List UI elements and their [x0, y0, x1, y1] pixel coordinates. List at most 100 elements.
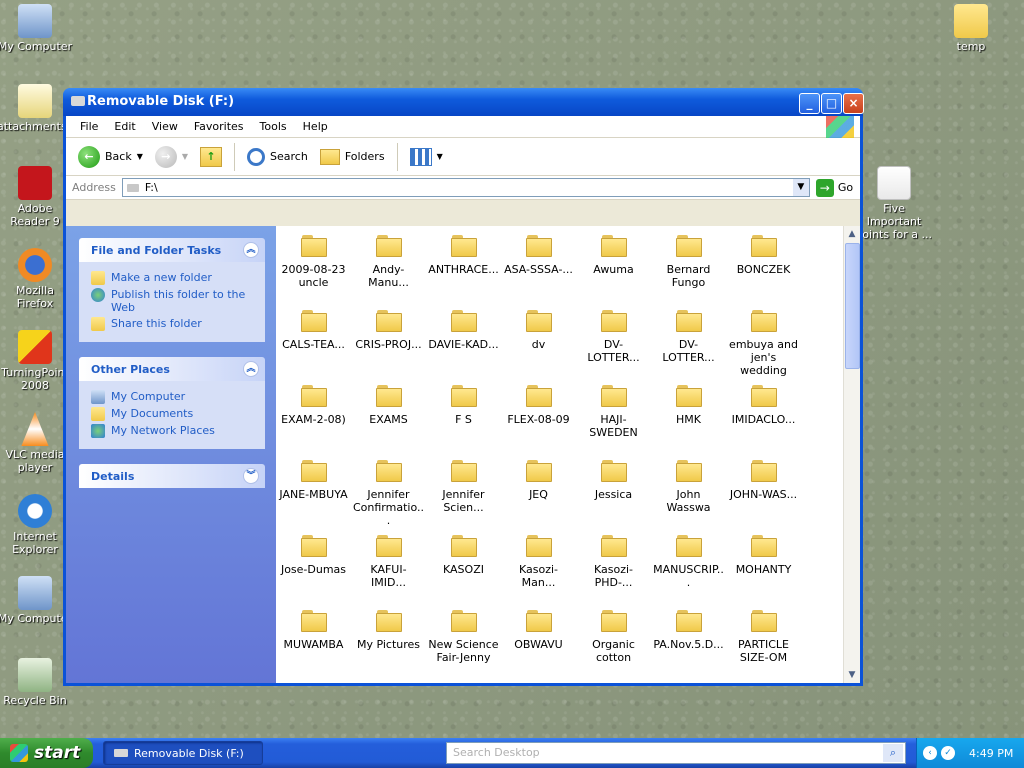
maximize-button[interactable]: □	[821, 93, 842, 114]
desktop-icon-temp[interactable]: temp	[933, 4, 1009, 53]
folder-item[interactable]: DV-LOTTER...	[651, 304, 726, 379]
folder-item[interactable]: Awuma	[576, 229, 651, 304]
scroll-up-icon[interactable]: ▲	[844, 226, 860, 242]
folder-item[interactable]: JOHN-WAS...	[726, 454, 801, 529]
scroll-down-icon[interactable]: ▼	[844, 667, 860, 683]
chevron-down-icon[interactable]: ▼	[137, 152, 143, 161]
folder-item[interactable]: Jose-Dumas	[276, 529, 351, 604]
title-bar[interactable]: Removable Disk (F:) _ □ ×	[63, 88, 864, 116]
my-documents-link[interactable]: My Documents	[91, 407, 255, 421]
views-button[interactable]: ▼	[406, 147, 447, 166]
folder-item[interactable]: Jennifer Confirmatio...	[351, 454, 426, 529]
folder-item[interactable]: MOHANTY	[726, 529, 801, 604]
folder-item[interactable]: MUWAMBA	[276, 604, 351, 679]
back-button[interactable]: ← Back ▼	[74, 145, 147, 168]
folder-item[interactable]: 2009-08-23 uncle	[276, 229, 351, 304]
desktop-icon-powerpoint[interactable]: Five Important Points for a ...	[856, 166, 932, 241]
panel-header[interactable]: File and Folder Tasks ︽	[79, 238, 265, 262]
folder-item[interactable]	[501, 679, 576, 683]
close-button[interactable]: ×	[843, 93, 864, 114]
folder-item[interactable]	[276, 679, 351, 683]
panel-header[interactable]: Details ︾	[79, 464, 265, 488]
search-desktop-input[interactable]: Search Desktop ⌕	[446, 742, 906, 764]
folder-item[interactable]: IMIDACLO...	[726, 379, 801, 454]
folder-item[interactable]	[426, 679, 501, 683]
scrollbar-thumb[interactable]	[845, 243, 860, 369]
my-network-places-link[interactable]: My Network Places	[91, 424, 255, 438]
folder-item[interactable]: ASA-SSSA-...	[501, 229, 576, 304]
folder-item[interactable]: ANTHRACE...	[426, 229, 501, 304]
folder-item[interactable]: Bernard Fungo	[651, 229, 726, 304]
vertical-scrollbar[interactable]: ▲ ▼	[843, 226, 860, 683]
chevron-down-icon[interactable]: ▼	[182, 152, 188, 161]
link-label: My Documents	[111, 407, 194, 420]
chevron-up-icon[interactable]: ︽	[243, 361, 259, 377]
folder-item[interactable]: OBWAVU	[501, 604, 576, 679]
menu-edit[interactable]: Edit	[106, 120, 143, 133]
folder-item[interactable]: John Wasswa	[651, 454, 726, 529]
my-computer-link[interactable]: My Computer	[91, 390, 255, 404]
forward-button[interactable]: → ▼	[151, 145, 192, 168]
folder-item[interactable]: dv	[501, 304, 576, 379]
make-new-folder-link[interactable]: Make a new folder	[91, 271, 255, 285]
folder-item[interactable]	[651, 679, 726, 683]
folder-item[interactable]: BONCZEK	[726, 229, 801, 304]
folder-item[interactable]	[351, 679, 426, 683]
folder-item[interactable]: CRIS-PROJ...	[351, 304, 426, 379]
share-folder-link[interactable]: Share this folder	[91, 317, 255, 331]
folder-item[interactable]	[726, 679, 801, 683]
folder-icon	[675, 460, 702, 482]
folder-item[interactable]: PA.Nov.5.D...	[651, 604, 726, 679]
folder-item[interactable]: JEQ	[501, 454, 576, 529]
folder-item[interactable]: Jennifer Scien...	[426, 454, 501, 529]
folder-icon	[600, 310, 627, 332]
publish-folder-link[interactable]: Publish this folder to the Web	[91, 288, 255, 314]
folder-item[interactable]: PARTICLE SIZE-OM	[726, 604, 801, 679]
folder-item[interactable]: MANUSCRIP...	[651, 529, 726, 604]
chevron-down-icon[interactable]: ▼	[792, 179, 809, 196]
chevron-left-icon[interactable]: ‹	[923, 746, 937, 760]
folder-item[interactable]: embuya and jen's wedding	[726, 304, 801, 379]
search-button[interactable]: Search	[243, 147, 312, 166]
folder-item[interactable]: KASOZI	[426, 529, 501, 604]
folders-button[interactable]: Folders	[316, 148, 389, 165]
chevron-up-icon[interactable]: ︽	[243, 242, 259, 258]
folder-item[interactable]: KAFUI-IMID...	[351, 529, 426, 604]
up-folder-button[interactable]: ↑	[196, 146, 226, 167]
minimize-button[interactable]: _	[799, 93, 820, 114]
folder-item[interactable]: EXAM-2-08)	[276, 379, 351, 454]
folder-item[interactable]: EXAMS	[351, 379, 426, 454]
panel-header[interactable]: Other Places ︽	[79, 357, 265, 381]
desktop-icon-my-computer[interactable]: My Computer	[0, 4, 73, 53]
folder-item[interactable]: FLEX-08-09	[501, 379, 576, 454]
search-icon[interactable]: ⌕	[883, 744, 903, 762]
address-field[interactable]: F:\ ▼	[121, 178, 810, 197]
go-button[interactable]: → Go	[815, 178, 853, 197]
folder-item[interactable]: Kasozi-Man...	[501, 529, 576, 604]
start-button[interactable]: start	[0, 738, 93, 768]
folder-item[interactable]: DV-LOTTER...	[576, 304, 651, 379]
folder-item[interactable]: Andy-Manu...	[351, 229, 426, 304]
menu-file[interactable]: File	[72, 120, 106, 133]
folder-item[interactable]: CALS-TEA...	[276, 304, 351, 379]
menu-view[interactable]: View	[144, 120, 186, 133]
folder-item[interactable]: HMK	[651, 379, 726, 454]
menu-tools[interactable]: Tools	[252, 120, 295, 133]
folder-item[interactable]: HAJI-SWEDEN	[576, 379, 651, 454]
folder-item[interactable]	[576, 679, 651, 683]
chevron-down-icon[interactable]: ▼	[437, 152, 443, 161]
folder-item[interactable]: F S	[426, 379, 501, 454]
folder-item[interactable]: JANE-MBUYA	[276, 454, 351, 529]
folder-item[interactable]: Jessica	[576, 454, 651, 529]
network-tray-icon[interactable]: ✓	[941, 746, 955, 760]
clock[interactable]: 4:49 PM	[969, 747, 1013, 760]
menu-help[interactable]: Help	[295, 120, 336, 133]
folder-item[interactable]: DAVIE-KAD...	[426, 304, 501, 379]
folder-item[interactable]: Kasozi-PHD-...	[576, 529, 651, 604]
folder-item[interactable]: Organic cotton	[576, 604, 651, 679]
menu-favorites[interactable]: Favorites	[186, 120, 252, 133]
folder-item[interactable]: New Science Fair-Jenny	[426, 604, 501, 679]
chevron-down-icon[interactable]: ︾	[243, 468, 259, 484]
folder-item[interactable]: My Pictures	[351, 604, 426, 679]
taskbar-item-removable-disk[interactable]: Removable Disk (F:)	[103, 741, 263, 765]
